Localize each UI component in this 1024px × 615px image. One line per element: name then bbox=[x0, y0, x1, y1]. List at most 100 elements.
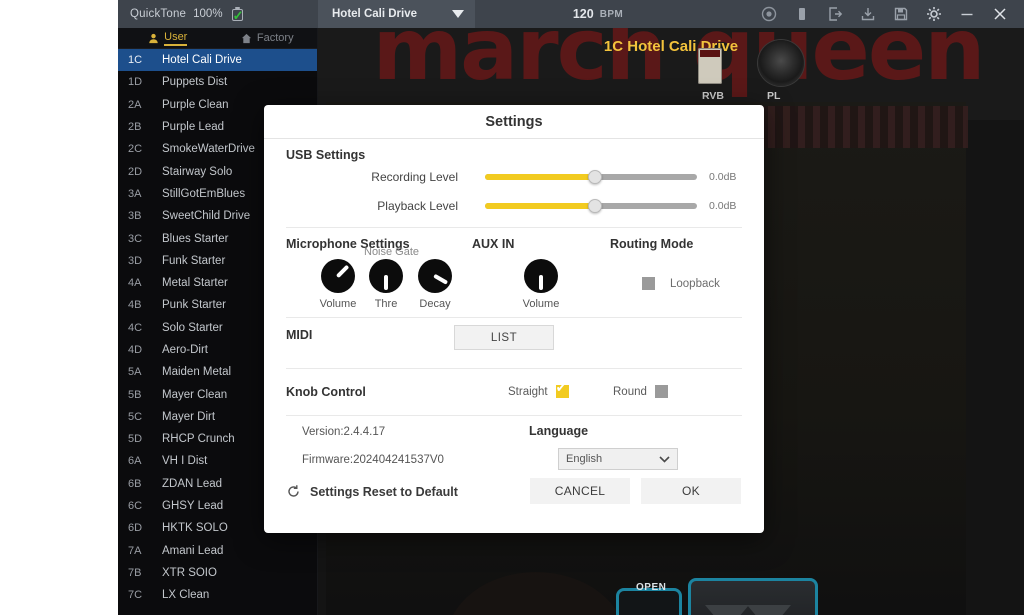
user-icon bbox=[149, 33, 158, 43]
pedal-open-label: OPEN bbox=[636, 582, 667, 593]
playback-level-thumb[interactable] bbox=[588, 198, 603, 213]
knob-control-round-option[interactable]: Round bbox=[613, 385, 668, 398]
mic-decay-knob-group[interactable]: Decay bbox=[407, 259, 463, 310]
preset-name: RHCP Crunch bbox=[162, 433, 235, 446]
chevron-down-icon bbox=[659, 455, 670, 463]
bpm-display[interactable]: 120 BPM bbox=[435, 7, 761, 21]
preset-name: GHSY Lead bbox=[162, 500, 224, 513]
preset-id: 2D bbox=[128, 165, 143, 178]
aux-volume-knob-group[interactable]: Volume bbox=[513, 259, 569, 310]
cancel-button[interactable]: CANCEL bbox=[530, 478, 630, 504]
preset-id: 6A bbox=[128, 455, 142, 468]
app-brand-label: QuickTone bbox=[130, 8, 187, 20]
cabinet-speaker-icon[interactable] bbox=[758, 40, 804, 86]
close-icon[interactable] bbox=[992, 6, 1008, 22]
home-icon bbox=[241, 33, 251, 43]
battery-percent-label: 100% bbox=[193, 8, 223, 20]
preset-id: 7C bbox=[128, 589, 143, 602]
preset-row[interactable]: 7B XTR SOIO bbox=[118, 562, 317, 584]
preset-name: Purple Lead bbox=[162, 121, 225, 134]
mic-volume-knob[interactable] bbox=[321, 259, 355, 293]
mic-decay-knob[interactable] bbox=[418, 259, 452, 293]
settings-dialog-title: Settings bbox=[264, 105, 764, 139]
preset-name: VH I Dist bbox=[162, 455, 208, 468]
mic-threshold-knob-group[interactable]: Thre bbox=[358, 259, 414, 310]
amp-shadow bbox=[446, 572, 626, 615]
aux-in-heading: AUX IN bbox=[472, 237, 515, 251]
recording-level-slider[interactable] bbox=[485, 169, 697, 184]
preset-row[interactable]: 7C LX Clean bbox=[118, 584, 317, 606]
preset-name: HKTK SOLO bbox=[162, 522, 228, 535]
gear-icon[interactable] bbox=[926, 6, 942, 22]
preset-name: Mayer Clean bbox=[162, 388, 228, 401]
fx-label-rvb: RVB bbox=[702, 90, 724, 102]
preset-id: 7A bbox=[128, 544, 142, 557]
preset-row[interactable]: 1C Hotel Cali Drive bbox=[118, 49, 317, 72]
recording-level-row: Recording Level 0.0dB bbox=[286, 162, 742, 191]
settings-reset-action[interactable]: Settings Reset to Default bbox=[286, 484, 458, 499]
device-icon[interactable] bbox=[794, 6, 810, 22]
ok-button[interactable]: OK bbox=[641, 478, 741, 504]
playback-level-label: Playback Level bbox=[377, 198, 458, 213]
battery-check-icon: ✓ bbox=[231, 6, 244, 23]
recording-level-label: Recording Level bbox=[371, 169, 458, 184]
mic-threshold-knob[interactable] bbox=[369, 259, 403, 293]
sidebar-tab-user[interactable]: User bbox=[118, 28, 218, 49]
reverb-module-icon[interactable] bbox=[698, 48, 722, 84]
recording-level-thumb[interactable] bbox=[588, 169, 603, 184]
preset-row[interactable]: 1D Puppets Dist bbox=[118, 71, 317, 93]
save-icon[interactable] bbox=[893, 6, 909, 22]
preset-row[interactable]: 7A Amani Lead bbox=[118, 540, 317, 562]
download-icon[interactable] bbox=[860, 6, 876, 22]
preset-id: 3A bbox=[128, 187, 142, 200]
knob-control-straight-label: Straight bbox=[508, 385, 548, 398]
sidebar-tab-factory[interactable]: Factory bbox=[218, 28, 318, 49]
preset-name: Aero-Dirt bbox=[162, 344, 209, 356]
knob-control-round-checkbox[interactable] bbox=[654, 385, 668, 398]
knob-control-straight-checkbox[interactable] bbox=[555, 381, 569, 398]
aux-volume-knob-label: Volume bbox=[522, 298, 560, 310]
playback-level-slider[interactable] bbox=[485, 198, 697, 213]
top-toolbar: QuickTone 100% ✓ Hotel Cali Drive 120 BP… bbox=[118, 0, 1024, 28]
preset-id: 5D bbox=[128, 433, 143, 446]
recording-level-value: 0.0dB bbox=[709, 170, 737, 183]
preset-id: 4A bbox=[128, 277, 142, 290]
preset-name: SweetChild Drive bbox=[162, 210, 251, 223]
preset-id: 7B bbox=[128, 566, 142, 579]
language-heading: Language bbox=[529, 424, 589, 438]
preset-id: 6B bbox=[128, 477, 142, 490]
sidebar-tab-factory-label: Factory bbox=[256, 32, 294, 44]
preset-name: Hotel Cali Drive bbox=[162, 54, 242, 67]
preset-id: 2B bbox=[128, 121, 142, 134]
preset-name: Mayer Dirt bbox=[162, 410, 216, 423]
knob-control-heading: Knob Control bbox=[286, 385, 366, 399]
preset-id: 1C bbox=[128, 54, 143, 67]
metronome-icon[interactable] bbox=[761, 6, 777, 22]
knob-control-row: Knob Control Straight Round bbox=[286, 369, 742, 415]
brand-area: QuickTone 100% ✓ bbox=[118, 0, 318, 28]
preset-name: ZDAN Lead bbox=[162, 477, 223, 490]
knob-area: Volume Thre Decay Volume Loopback bbox=[286, 251, 742, 317]
aux-volume-knob[interactable] bbox=[524, 259, 558, 293]
microphone-section: Microphone Settings AUX IN Routing Mode … bbox=[264, 228, 764, 317]
export-icon[interactable] bbox=[827, 6, 843, 22]
preset-name: LX Clean bbox=[162, 589, 210, 602]
dialog-footer: Version:2.4.4.17 Firmware:202404241537V0… bbox=[264, 416, 764, 512]
version-label: Version:2.4.4.17 bbox=[302, 426, 386, 438]
loopback-checkbox[interactable] bbox=[642, 277, 655, 290]
preset-id: 4C bbox=[128, 321, 143, 334]
preset-name: Stairway Solo bbox=[162, 165, 233, 178]
loopback-option[interactable]: Loopback bbox=[642, 277, 720, 290]
routing-mode-heading: Routing Mode bbox=[610, 237, 694, 251]
preset-name: XTR SOIO bbox=[162, 566, 217, 579]
preset-name: StillGotEmBlues bbox=[162, 187, 246, 200]
language-select[interactable]: English bbox=[558, 448, 678, 470]
knob-control-round-label: Round bbox=[613, 385, 647, 398]
midi-list-button[interactable]: LIST bbox=[454, 325, 554, 350]
minimize-icon[interactable] bbox=[959, 6, 975, 22]
knob-control-straight-option[interactable]: Straight bbox=[508, 381, 569, 398]
mic-decay-knob-label: Decay bbox=[419, 298, 451, 310]
application-window: QuickTone 100% ✓ Hotel Cali Drive 120 BP… bbox=[118, 0, 1024, 615]
pedal-unit[interactable] bbox=[688, 578, 818, 615]
settings-dialog: Settings USB Settings Recording Level 0.… bbox=[264, 105, 764, 533]
